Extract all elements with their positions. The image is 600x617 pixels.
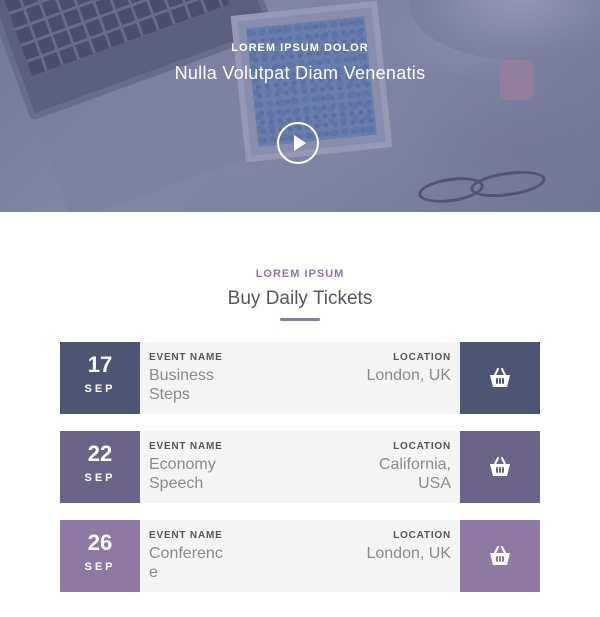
buy-ticket-button[interactable] bbox=[460, 431, 540, 503]
ticket-day: 17 bbox=[87, 352, 113, 377]
location-label: LOCATION bbox=[393, 352, 451, 363]
event-name: Business Steps bbox=[149, 367, 214, 403]
ticket-day: 22 bbox=[87, 441, 113, 466]
ticket-date: 26 SEP bbox=[60, 520, 140, 592]
event-name: Economy Speech bbox=[149, 456, 216, 492]
ticket-month: SEP bbox=[84, 383, 116, 395]
section-title: Buy Daily Tickets bbox=[227, 288, 373, 309]
shopping-bag-icon bbox=[490, 368, 510, 387]
section-divider bbox=[280, 318, 320, 321]
hero-banner: LOREM IPSUM DOLOR Nulla Volutpat Diam Ve… bbox=[0, 0, 600, 212]
hero-eyebrow: LOREM IPSUM DOLOR bbox=[231, 42, 369, 54]
hero-title: Nulla Volutpat Diam Venenatis bbox=[174, 63, 426, 83]
ticket-day: 26 bbox=[87, 530, 113, 555]
shopping-bag-icon bbox=[490, 546, 510, 565]
play-button[interactable] bbox=[277, 122, 319, 164]
play-icon bbox=[294, 135, 306, 151]
event-name: Conference bbox=[149, 545, 223, 581]
ticket-row: 17 SEP EVENT NAME Business Steps LOCATIO… bbox=[60, 342, 540, 414]
shopping-bag-icon bbox=[490, 457, 510, 476]
location-label: LOCATION bbox=[393, 441, 451, 452]
buy-ticket-button[interactable] bbox=[460, 342, 540, 414]
buy-ticket-button[interactable] bbox=[460, 520, 540, 592]
event-location: London, UK bbox=[366, 545, 451, 562]
ticket-row: 26 SEP EVENT NAME Conference LOCATION Lo… bbox=[60, 520, 540, 592]
event-location: California, USA bbox=[378, 456, 451, 492]
event-location: London, UK bbox=[366, 367, 451, 384]
location-label: LOCATION bbox=[393, 530, 451, 541]
ticket-month: SEP bbox=[84, 561, 116, 573]
hero-overlay bbox=[0, 0, 600, 212]
ticket-date: 17 SEP bbox=[60, 342, 140, 414]
ticket-month: SEP bbox=[84, 472, 116, 484]
ticket-date: 22 SEP bbox=[60, 431, 140, 503]
event-name-label: EVENT NAME bbox=[149, 441, 223, 452]
event-name-label: EVENT NAME bbox=[149, 530, 223, 541]
event-name-label: EVENT NAME bbox=[149, 352, 223, 363]
ticket-row: 22 SEP EVENT NAME Economy Speech LOCATIO… bbox=[60, 431, 540, 503]
section-eyebrow: LOREM IPSUM bbox=[255, 268, 345, 280]
